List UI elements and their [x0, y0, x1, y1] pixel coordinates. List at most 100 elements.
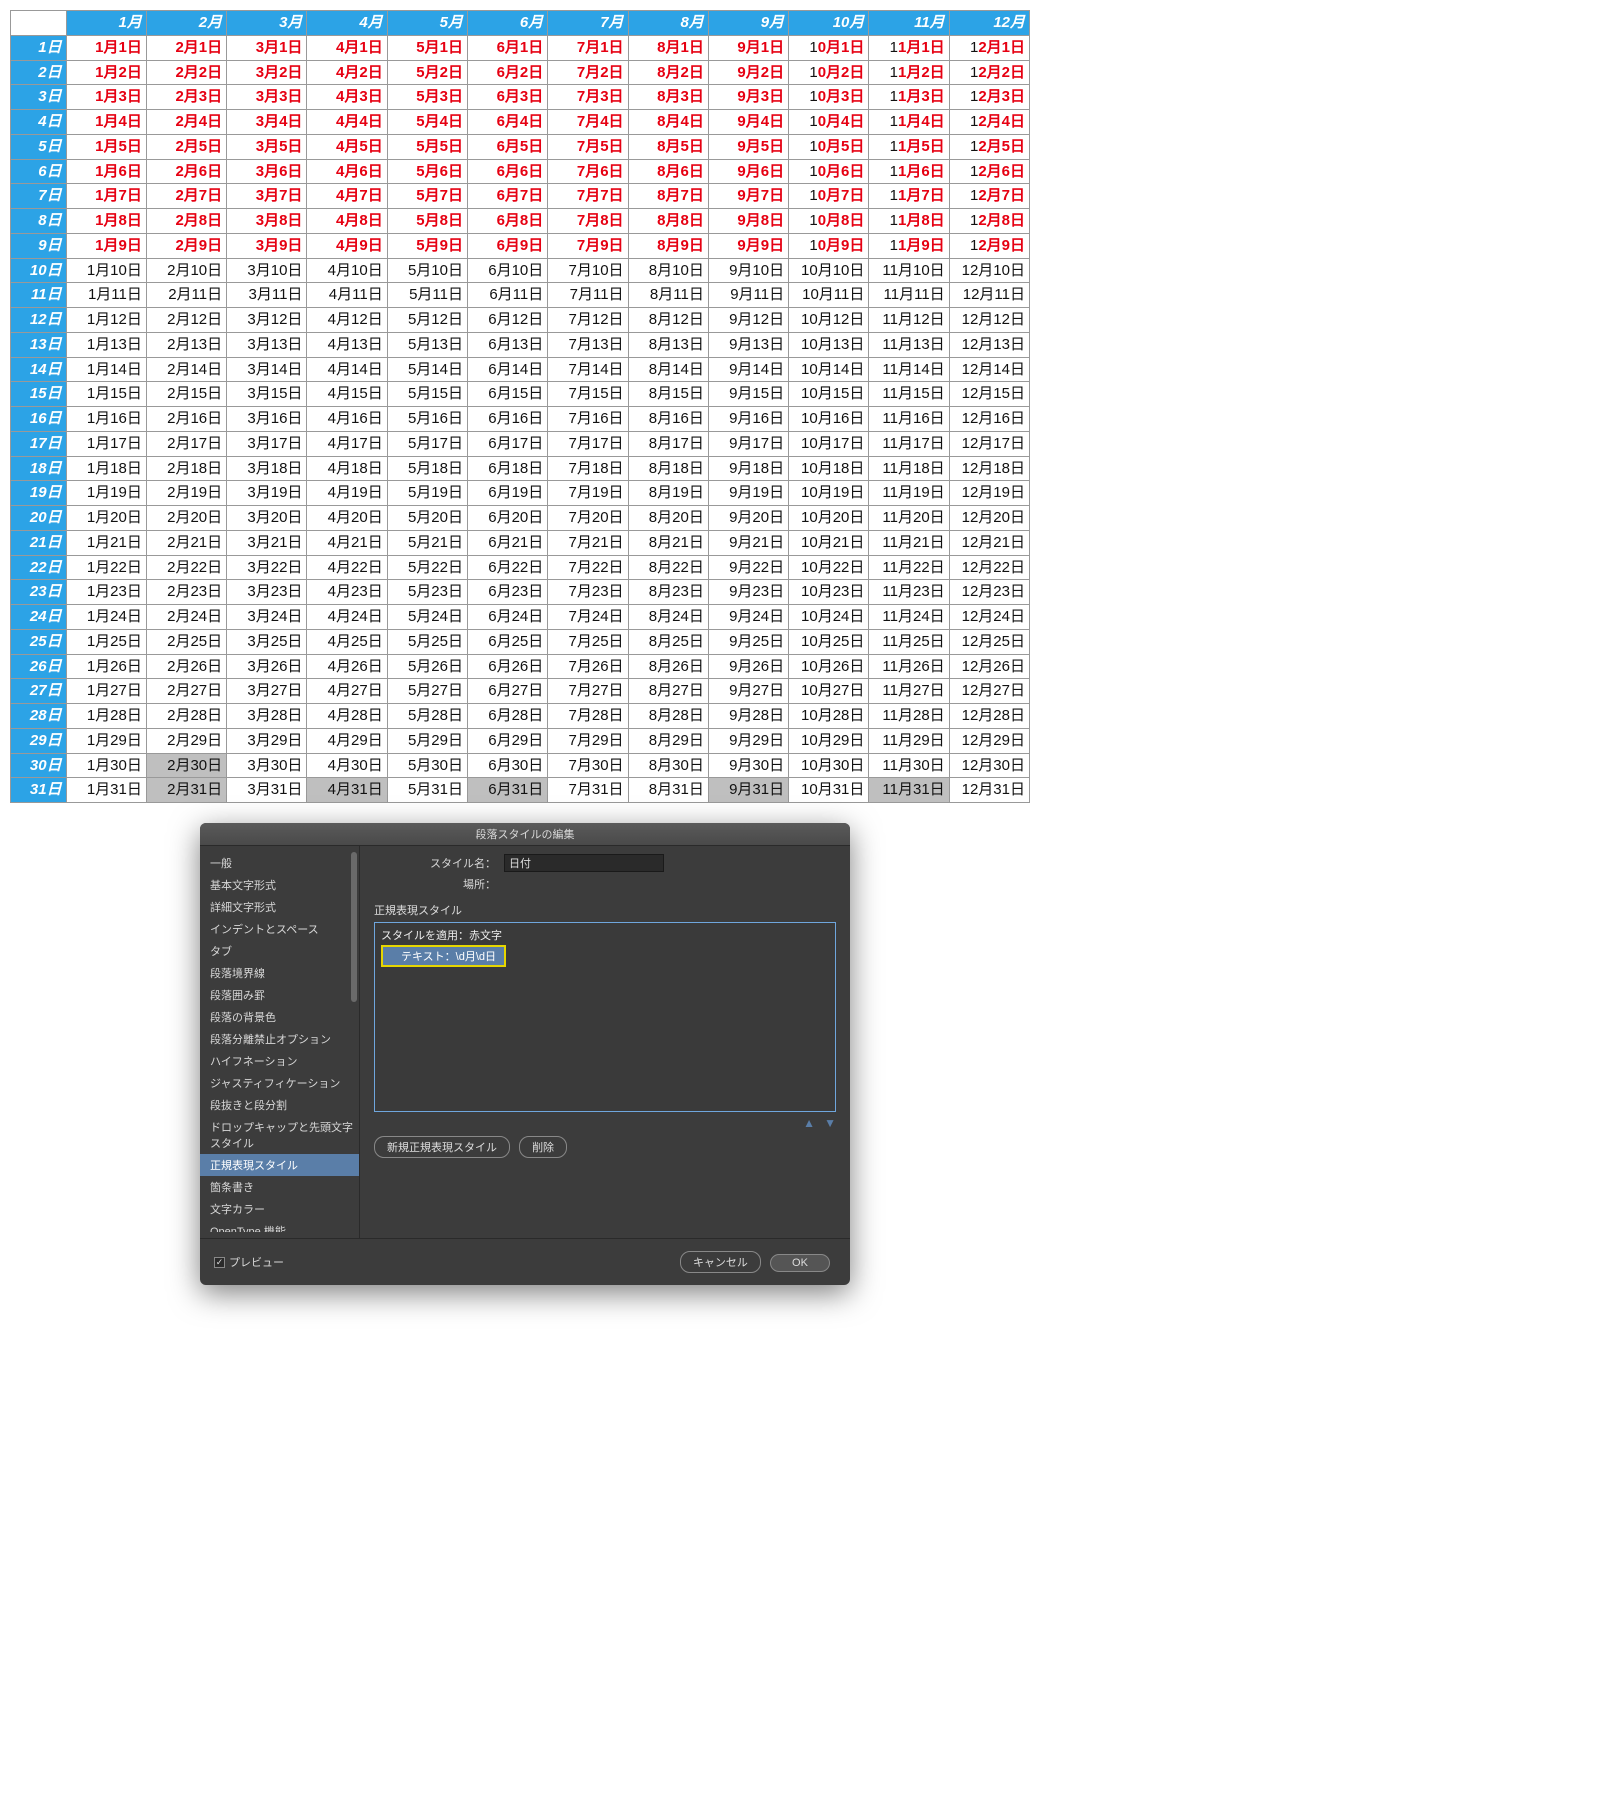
date-cell: 12月8日	[949, 209, 1029, 234]
date-cell: 10月9日	[789, 233, 869, 258]
date-cell: 2月14日	[146, 357, 226, 382]
dialog-title: 段落スタイルの編集	[200, 823, 850, 846]
category-item[interactable]: ドロップキャップと先頭文字スタイル	[200, 1116, 359, 1154]
date-cell: 2月5日	[146, 134, 226, 159]
date-cell: 4月15日	[307, 382, 387, 407]
date-cell: 3月5日	[227, 134, 307, 159]
date-cell: 6月22日	[467, 555, 547, 580]
date-cell: 7月5日	[548, 134, 628, 159]
date-cell: 8月4日	[628, 110, 708, 135]
move-down-icon[interactable]: ▼	[824, 1116, 836, 1130]
date-cell: 5月1日	[387, 35, 467, 60]
category-item[interactable]: ハイフネーション	[200, 1050, 359, 1072]
date-cell: 12月1日	[949, 35, 1029, 60]
date-cell: 12月13日	[949, 332, 1029, 357]
date-cell: 1月26日	[66, 654, 146, 679]
grep-style-list[interactable]: スタイルを適用：赤文字 テキスト：\d月\d日	[374, 922, 836, 1112]
day-header: 29日	[11, 728, 67, 753]
day-header: 12日	[11, 308, 67, 333]
date-cell: 1月16日	[66, 407, 146, 432]
date-cell: 5月21日	[387, 530, 467, 555]
date-cell: 9月14日	[708, 357, 788, 382]
date-cell: 5月9日	[387, 233, 467, 258]
date-cell: 4月17日	[307, 431, 387, 456]
date-cell: 12月20日	[949, 506, 1029, 531]
date-cell: 4月21日	[307, 530, 387, 555]
date-cell: 8月12日	[628, 308, 708, 333]
date-cell: 4月7日	[307, 184, 387, 209]
month-header: 11月	[869, 11, 949, 36]
date-cell: 1月28日	[66, 704, 146, 729]
category-item[interactable]: 文字カラー	[200, 1198, 359, 1220]
date-cell: 3月20日	[227, 506, 307, 531]
date-cell: 3月11日	[227, 283, 307, 308]
preview-checkbox[interactable]: ✓ プレビュー	[214, 1254, 284, 1270]
day-header: 2日	[11, 60, 67, 85]
month-header: 6月	[467, 11, 547, 36]
date-cell: 4月23日	[307, 580, 387, 605]
category-item[interactable]: 段落境界線	[200, 962, 359, 984]
scrollbar[interactable]	[351, 852, 357, 1002]
date-cell: 11月29日	[869, 728, 949, 753]
category-item[interactable]: 基本文字形式	[200, 874, 359, 896]
date-cell: 10月2日	[789, 60, 869, 85]
category-item[interactable]: 正規表現スタイル	[200, 1154, 359, 1176]
new-grep-style-button[interactable]: 新規正規表現スタイル	[374, 1136, 510, 1158]
date-cell: 7月22日	[548, 555, 628, 580]
date-cell: 9月22日	[708, 555, 788, 580]
category-item[interactable]: 段抜きと段分割	[200, 1094, 359, 1116]
date-cell: 4月29日	[307, 728, 387, 753]
date-cell: 1月25日	[66, 629, 146, 654]
category-item[interactable]: 一般	[200, 852, 359, 874]
category-item[interactable]: 箇条書き	[200, 1176, 359, 1198]
date-cell: 2月16日	[146, 407, 226, 432]
date-cell: 7月23日	[548, 580, 628, 605]
date-cell: 4月16日	[307, 407, 387, 432]
day-header: 17日	[11, 431, 67, 456]
date-cell: 8月20日	[628, 506, 708, 531]
date-cell: 5月31日	[387, 778, 467, 803]
date-cell: 8月2日	[628, 60, 708, 85]
date-cell: 9月4日	[708, 110, 788, 135]
dialog-category-list[interactable]: 一般基本文字形式詳細文字形式インデントとスペースタブ段落境界線段落囲み罫段落の背…	[200, 846, 360, 1238]
date-cell: 2月12日	[146, 308, 226, 333]
date-cell: 8月5日	[628, 134, 708, 159]
move-up-icon[interactable]: ▲	[803, 1116, 815, 1130]
date-cell: 1月22日	[66, 555, 146, 580]
date-cell: 8月30日	[628, 753, 708, 778]
delete-button[interactable]: 削除	[519, 1136, 567, 1158]
category-item[interactable]: 詳細文字形式	[200, 896, 359, 918]
date-cell: 10月12日	[789, 308, 869, 333]
date-cell: 8月25日	[628, 629, 708, 654]
ok-button[interactable]: OK	[770, 1254, 830, 1272]
date-cell: 4月18日	[307, 456, 387, 481]
date-cell: 9月7日	[708, 184, 788, 209]
date-cell: 12月5日	[949, 134, 1029, 159]
date-cell: 6月21日	[467, 530, 547, 555]
category-item[interactable]: 段落囲み罫	[200, 984, 359, 1006]
date-cell: 2月11日	[146, 283, 226, 308]
category-item[interactable]: OpenType 機能	[200, 1220, 359, 1232]
month-header: 1月	[66, 11, 146, 36]
style-name-input[interactable]	[504, 854, 664, 872]
day-header: 24日	[11, 605, 67, 630]
date-cell: 4月25日	[307, 629, 387, 654]
date-cell: 6月24日	[467, 605, 547, 630]
date-cell: 10月22日	[789, 555, 869, 580]
cancel-button[interactable]: キャンセル	[680, 1251, 761, 1273]
date-cell: 11月10日	[869, 258, 949, 283]
date-cell: 12月17日	[949, 431, 1029, 456]
date-cell: 3月8日	[227, 209, 307, 234]
category-item[interactable]: ジャスティフィケーション	[200, 1072, 359, 1094]
month-header: 4月	[307, 11, 387, 36]
date-cell: 2月1日	[146, 35, 226, 60]
date-cell: 8月19日	[628, 481, 708, 506]
date-cell: 5月17日	[387, 431, 467, 456]
date-cell: 3月7日	[227, 184, 307, 209]
category-item[interactable]: インデントとスペース	[200, 918, 359, 940]
date-cell: 1月8日	[66, 209, 146, 234]
date-cell: 12月30日	[949, 753, 1029, 778]
category-item[interactable]: タブ	[200, 940, 359, 962]
category-item[interactable]: 段落の背景色	[200, 1006, 359, 1028]
category-item[interactable]: 段落分離禁止オプション	[200, 1028, 359, 1050]
